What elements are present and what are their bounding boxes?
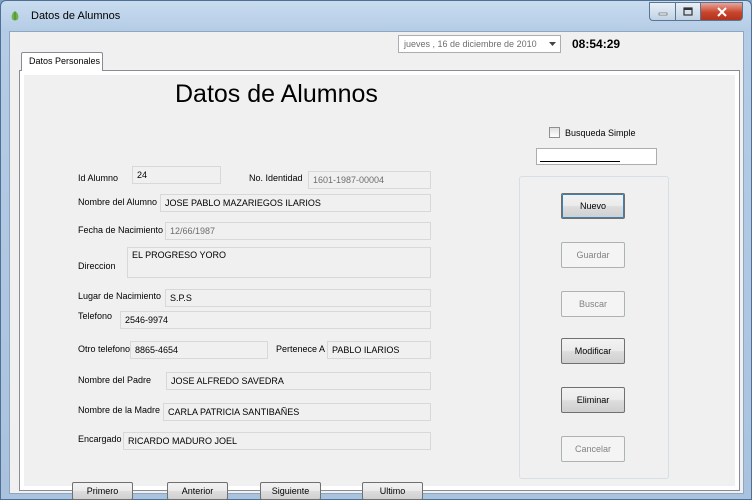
- first-button[interactable]: Primero: [72, 482, 133, 500]
- maximize-button[interactable]: [675, 2, 700, 21]
- search-input-underline: [540, 161, 620, 162]
- no-identidad-field[interactable]: 1601-1987-00004: [308, 171, 431, 189]
- busqueda-simple-label: Busqueda Simple: [565, 127, 636, 138]
- minimize-icon: [658, 12, 667, 15]
- modify-button[interactable]: Modificar: [561, 338, 625, 364]
- client-area: jueves , 16 de diciembre de 2010 08:54:2…: [9, 31, 744, 500]
- pertenece-a-field[interactable]: PABLO ILARIOS: [327, 341, 431, 359]
- tab-datos-personales[interactable]: Datos Personales: [21, 52, 103, 71]
- last-button[interactable]: Ultimo: [362, 482, 423, 500]
- nombre-padre-label: Nombre del Padre: [78, 375, 152, 385]
- otro-telefono-field[interactable]: 8865-4654: [130, 341, 268, 359]
- fecha-nacimiento-field[interactable]: 12/66/1987: [165, 222, 431, 240]
- busqueda-simple-checkbox[interactable]: Busqueda Simple: [549, 127, 636, 138]
- telefono-field[interactable]: 2546-9974: [120, 311, 431, 329]
- actions-groupbox: [519, 176, 669, 479]
- search-input[interactable]: [536, 148, 657, 165]
- close-icon: [716, 6, 727, 17]
- telefono-label: Telefono: [78, 311, 113, 321]
- direccion-label: Direccion: [78, 261, 116, 271]
- chevron-down-icon[interactable]: [545, 37, 559, 51]
- nombre-alumno-label: Nombre del Alumno: [78, 197, 158, 207]
- tab-panel: Datos de Alumnos Id Alumno 24 No. Identi…: [19, 70, 740, 500]
- form-area: Datos de Alumnos Id Alumno 24 No. Identi…: [24, 75, 735, 500]
- date-picker-value: jueves , 16 de diciembre de 2010: [404, 39, 537, 49]
- delete-button[interactable]: Eliminar: [561, 387, 625, 413]
- app-icon: [11, 11, 19, 21]
- nombre-madre-label: Nombre de la Madre: [78, 405, 161, 415]
- encargado-field[interactable]: RICARDO MADURO JOEL: [123, 432, 431, 450]
- clock: 08:54:29: [572, 37, 621, 51]
- window-title: Datos de Alumnos: [31, 10, 121, 22]
- pertenece-a-label: Pertenece A: [276, 344, 326, 354]
- save-button[interactable]: Guardar: [561, 242, 625, 268]
- date-picker[interactable]: jueves , 16 de diciembre de 2010: [398, 35, 561, 53]
- new-button[interactable]: Nuevo: [561, 193, 625, 219]
- nombre-madre-field[interactable]: CARLA PATRICIA SANTIBAÑES: [163, 403, 431, 421]
- window-controls: [649, 2, 743, 21]
- nombre-padre-field[interactable]: JOSE ALFREDO SAVEDRA: [166, 372, 431, 390]
- checkbox-box[interactable]: [549, 127, 560, 138]
- next-button[interactable]: Siguiente: [260, 482, 321, 500]
- page-title: Datos de Alumnos: [175, 80, 378, 108]
- no-identidad-label: No. Identidad: [249, 173, 303, 183]
- encargado-label: Encargado: [78, 434, 122, 444]
- app-window: Datos de Alumnos jueves , 16 de diciembr…: [0, 0, 752, 500]
- direccion-field[interactable]: EL PROGRESO YORO: [127, 247, 431, 278]
- maximize-icon: [683, 7, 693, 16]
- nombre-alumno-field[interactable]: JOSE PABLO MAZARIEGOS ILARIOS: [160, 194, 431, 212]
- otro-telefono-label: Otro telefono: [78, 344, 131, 354]
- title-bar[interactable]: Datos de Alumnos: [1, 1, 751, 31]
- fecha-nacimiento-label: Fecha de Nacimiento: [78, 225, 164, 235]
- previous-button[interactable]: Anterior: [167, 482, 228, 500]
- minimize-button[interactable]: [649, 2, 675, 21]
- lugar-nacimiento-label: Lugar de Nacimiento: [78, 291, 162, 301]
- id-alumno-field[interactable]: 24: [132, 166, 221, 184]
- id-alumno-label: Id Alumno: [78, 173, 119, 183]
- cancel-button[interactable]: Cancelar: [561, 436, 625, 462]
- search-button[interactable]: Buscar: [561, 291, 625, 317]
- close-button[interactable]: [700, 2, 743, 21]
- lugar-nacimiento-field[interactable]: S.P.S: [165, 289, 431, 307]
